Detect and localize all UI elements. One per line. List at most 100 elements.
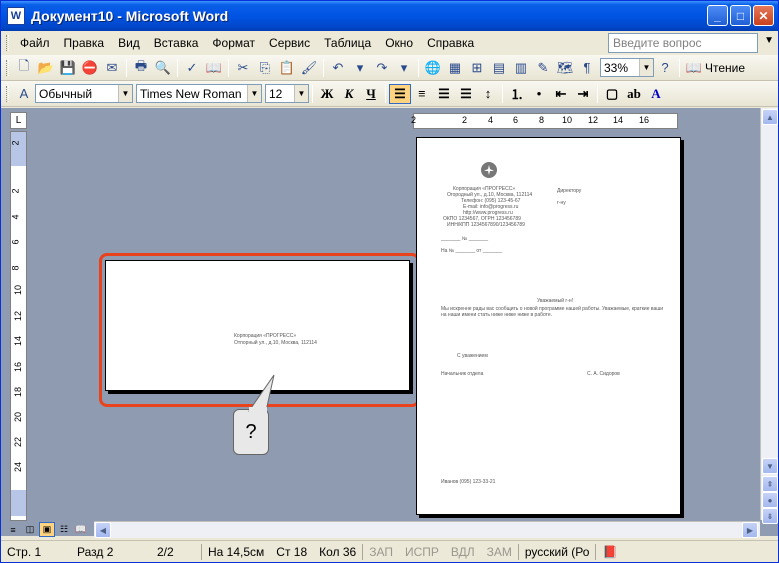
title-bar[interactable]: W Документ10 - Microsoft Word _ □ ✕ <box>1 1 778 31</box>
web-view-icon[interactable]: ◫ <box>22 522 38 537</box>
help-icon[interactable]: ? <box>655 58 675 78</box>
spelling-icon[interactable]: ✓ <box>182 58 202 78</box>
reading-button-label[interactable]: Чтение <box>705 61 745 75</box>
research-icon[interactable]: 📖 <box>204 58 224 78</box>
reading-view-icon[interactable]: 📖 <box>73 522 89 537</box>
menu-table[interactable]: Таблица <box>317 34 378 52</box>
align-right-button[interactable]: ☰ <box>433 84 455 104</box>
vertical-scrollbar[interactable]: ▲ ▼ ⇞ ● ⇟ <box>760 108 778 524</box>
menu-tools[interactable]: Сервис <box>262 34 317 52</box>
redo-icon[interactable]: ↷ <box>372 58 392 78</box>
menu-edit[interactable]: Правка <box>57 34 112 52</box>
status-track-changes[interactable]: ИСПР <box>399 545 445 559</box>
drawing-icon[interactable]: ✎ <box>533 58 553 78</box>
increase-indent-button[interactable]: ⇥ <box>572 84 594 104</box>
paste-icon[interactable]: 📋 <box>277 58 297 78</box>
underline-button[interactable]: Ч <box>360 84 382 104</box>
bullets-button[interactable]: • <box>528 84 550 104</box>
permission-icon[interactable]: ⛔ <box>80 58 100 78</box>
menu-help[interactable]: Справка <box>420 34 481 52</box>
font-size-dropdown-icon[interactable]: ▼ <box>294 85 308 102</box>
menu-format[interactable]: Формат <box>205 34 262 52</box>
new-document-icon[interactable]: 🗋 <box>14 58 34 78</box>
print-preview-icon[interactable]: 🔍 <box>153 58 173 78</box>
save-icon[interactable]: 💾 <box>58 58 78 78</box>
line-spacing-button[interactable]: ↕ <box>477 84 499 104</box>
style-combo[interactable]: Обычный ▼ <box>35 84 133 103</box>
status-language[interactable]: русский (Ро <box>519 545 596 559</box>
scroll-left-icon[interactable]: ◀ <box>95 522 111 538</box>
open-folder-icon[interactable]: 📂 <box>36 58 56 78</box>
zoom-dropdown-icon[interactable]: ▼ <box>639 59 653 76</box>
horizontal-scrollbar[interactable]: ◀ ▶ <box>94 521 760 538</box>
maximize-button[interactable]: □ <box>730 5 751 26</box>
font-dropdown-icon[interactable]: ▼ <box>247 85 261 102</box>
spelling-status-icon[interactable]: 📕 <box>596 545 623 559</box>
format-painter-icon[interactable]: 🖌 <box>299 58 319 78</box>
vertical-ruler[interactable]: 2 2 4 6 8 10 12 14 16 18 20 22 24 <box>10 131 27 521</box>
tables-borders-icon[interactable]: ▦ <box>445 58 465 78</box>
status-overtype[interactable]: ЗАМ <box>481 545 518 559</box>
previous-page-icon[interactable]: ⇞ <box>762 476 778 492</box>
menu-insert[interactable]: Вставка <box>147 34 206 52</box>
justify-button[interactable]: ☰ <box>455 84 477 104</box>
browse-object-icon[interactable]: ● <box>762 492 778 508</box>
show-hide-icon[interactable]: ¶ <box>577 58 597 78</box>
letter-page[interactable]: Корпорация «ПРОГРЕСС» Огородный ул., д.1… <box>416 137 681 515</box>
document-map-icon[interactable]: 🗺 <box>555 58 575 78</box>
help-search-input[interactable]: Введите вопрос <box>608 33 758 53</box>
cut-icon[interactable]: ✂ <box>233 58 253 78</box>
insert-excel-icon[interactable]: ▤ <box>489 58 509 78</box>
decrease-indent-button[interactable]: ⇤ <box>550 84 572 104</box>
print-icon[interactable]: 🖶 <box>131 58 151 78</box>
bold-button[interactable]: Ж <box>316 84 338 104</box>
font-combo[interactable]: Times New Roman ▼ <box>136 84 262 103</box>
italic-button[interactable]: К <box>338 84 360 104</box>
minimize-button[interactable]: _ <box>707 5 728 26</box>
menu-grip[interactable] <box>6 35 9 51</box>
hyperlink-icon[interactable]: 🌐 <box>423 58 443 78</box>
undo-dropdown-icon[interactable]: ▾ <box>350 58 370 78</box>
hruler-num: 14 <box>613 115 624 125</box>
insert-table-icon[interactable]: ⊞ <box>467 58 487 78</box>
tab-selector-icon[interactable]: L <box>10 112 27 129</box>
outline-view-icon[interactable]: ☷ <box>56 522 72 537</box>
menu-file[interactable]: Файл <box>13 34 57 52</box>
close-button[interactable]: ✕ <box>753 5 774 26</box>
company-logo-icon <box>481 162 497 178</box>
copy-icon[interactable]: ⎘ <box>255 58 275 78</box>
doc-close-icon[interactable]: ▼ <box>764 35 774 46</box>
numbering-button[interactable]: ⒈ <box>506 84 528 104</box>
scroll-down-icon[interactable]: ▼ <box>762 458 778 474</box>
normal-view-icon[interactable]: ≡ <box>5 522 21 537</box>
next-page-icon[interactable]: ⇟ <box>762 508 778 524</box>
email-icon[interactable]: ✉ <box>102 58 122 78</box>
align-center-button[interactable]: ≡ <box>411 84 433 104</box>
status-record[interactable]: ЗАП <box>363 545 399 559</box>
font-color-button[interactable]: A <box>645 84 667 104</box>
status-extend[interactable]: ВДЛ <box>445 545 481 559</box>
reading-layout-icon[interactable]: 📖 <box>684 58 704 78</box>
borders-button[interactable]: ▢ <box>601 84 623 104</box>
highlight-button[interactable]: ab <box>623 84 645 104</box>
undo-icon[interactable]: ↶ <box>328 58 348 78</box>
scroll-right-icon[interactable]: ▶ <box>742 522 758 538</box>
vruler-num: 20 <box>13 411 24 423</box>
toolbar-grip[interactable] <box>6 59 9 76</box>
menu-window[interactable]: Окно <box>378 34 420 52</box>
align-left-button[interactable]: ☰ <box>389 83 411 104</box>
hruler-num: 10 <box>562 115 573 125</box>
menu-view[interactable]: Вид <box>111 34 147 52</box>
zoom-combo[interactable]: 33% ▼ <box>600 58 654 77</box>
scroll-up-icon[interactable]: ▲ <box>762 109 778 125</box>
print-layout-icon[interactable]: ▣ <box>39 522 55 537</box>
word-app-icon[interactable]: W <box>7 7 25 25</box>
letter-reference-line: На № _______ от _______ <box>441 248 503 254</box>
style-dropdown-icon[interactable]: ▼ <box>118 85 132 102</box>
styles-formatting-icon[interactable]: A <box>14 84 34 104</box>
toolbar-grip-2[interactable] <box>6 85 9 102</box>
columns-icon[interactable]: ▥ <box>511 58 531 78</box>
font-size-combo[interactable]: 12 ▼ <box>265 84 309 103</box>
redo-dropdown-icon[interactable]: ▾ <box>394 58 414 78</box>
font-size-value: 12 <box>269 86 283 101</box>
